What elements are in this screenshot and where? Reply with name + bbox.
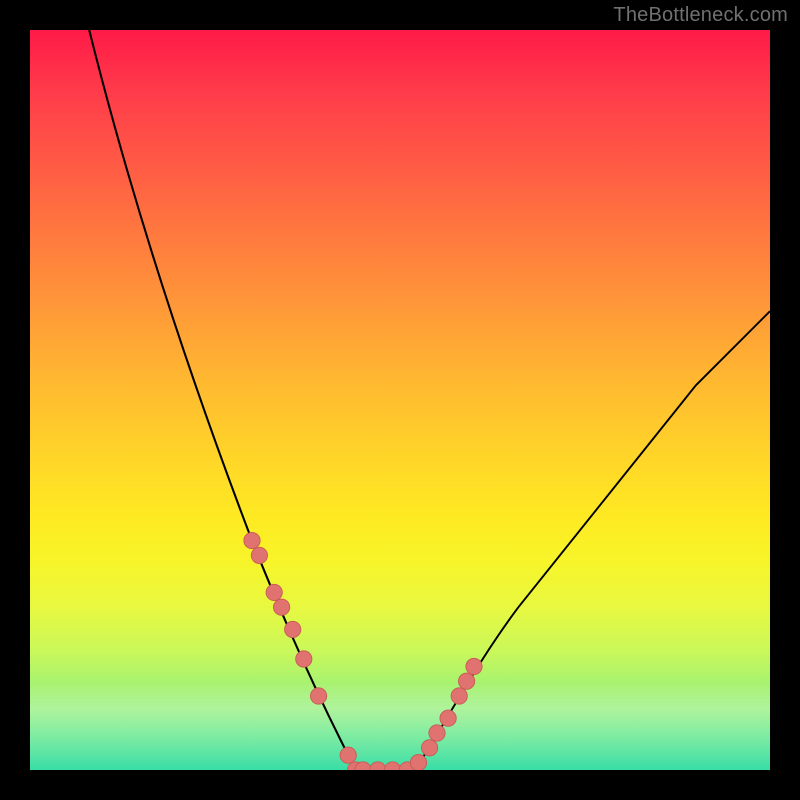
marker-dot <box>451 688 467 704</box>
marker-dot <box>340 747 356 763</box>
chart-frame: TheBottleneck.com <box>0 0 800 800</box>
marker-dot <box>266 584 282 600</box>
marker-dot <box>440 710 456 726</box>
marker-dot <box>285 621 301 637</box>
curve-right <box>415 311 770 770</box>
curve-svg <box>30 30 770 770</box>
marker-dot <box>296 651 312 667</box>
marker-dot <box>458 673 474 689</box>
marker-dot <box>310 688 326 704</box>
watermark-text: TheBottleneck.com <box>613 4 788 27</box>
marker-dot <box>370 762 386 770</box>
curve-left <box>89 30 355 770</box>
marker-dot <box>244 532 260 548</box>
marker-dot <box>410 754 426 770</box>
marker-dot <box>251 547 267 563</box>
marker-group <box>244 532 482 770</box>
marker-dot <box>421 740 437 756</box>
marker-dot <box>273 599 289 615</box>
marker-dot <box>429 725 445 741</box>
marker-dot <box>466 658 482 674</box>
plot-area <box>30 30 770 770</box>
marker-dot <box>384 762 400 770</box>
